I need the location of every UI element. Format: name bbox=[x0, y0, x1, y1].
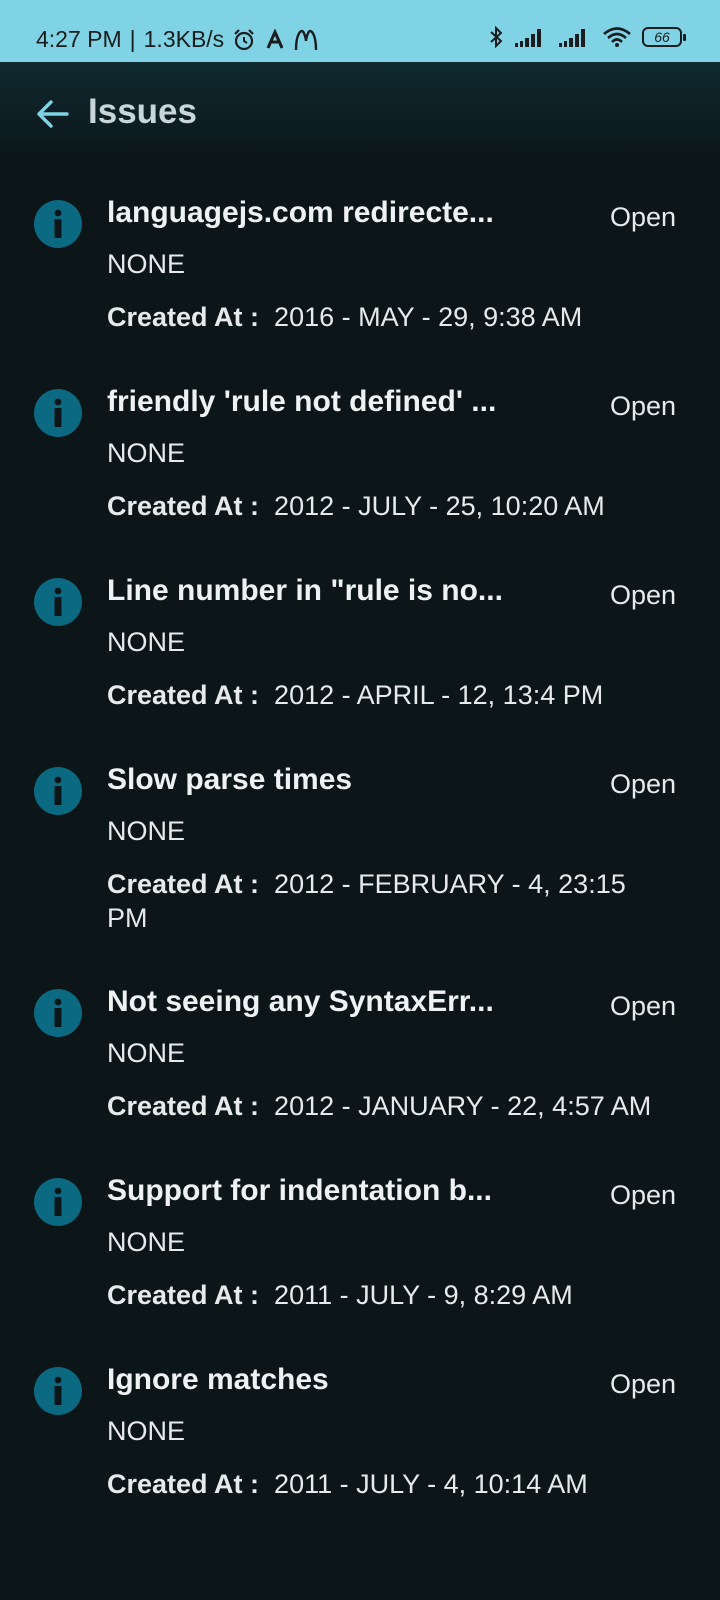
battery-level: 66 bbox=[654, 29, 670, 45]
issue-created: Created At : 2016 - MAY - 29, 9:38 AM bbox=[107, 300, 667, 334]
info-icon bbox=[34, 1367, 82, 1415]
status-speed: 1.3KB/s bbox=[143, 26, 225, 52]
issue-item[interactable]: friendly 'rule not defined' ... Open NON… bbox=[0, 367, 720, 556]
issues-list: languagejs.com redirecte... Open NONE Cr… bbox=[0, 178, 720, 1534]
status-bar: 4:27 PM | 1.3KB/s 66 bbox=[0, 0, 720, 62]
info-icon bbox=[34, 767, 82, 815]
info-icon bbox=[34, 989, 82, 1037]
issue-created: Created At : 2012 - APRIL - 12, 13:4 PM bbox=[107, 678, 667, 712]
issue-status: Open bbox=[609, 769, 676, 799]
issue-created: Created At : 2012 - JULY - 25, 10:20 AM bbox=[107, 489, 667, 523]
page-title: Issues bbox=[88, 92, 197, 131]
created-label: Created At : bbox=[107, 1280, 260, 1310]
issue-status: Open bbox=[609, 580, 676, 610]
issue-created: Created At : 2011 - JULY - 4, 10:14 AM bbox=[107, 1467, 667, 1501]
status-bar-left: 4:27 PM | 1.3KB/s bbox=[36, 26, 318, 53]
mcdonalds-icon bbox=[294, 29, 318, 50]
issue-subtitle: NONE bbox=[107, 1416, 186, 1446]
issue-subtitle: NONE bbox=[107, 627, 186, 657]
back-button[interactable] bbox=[32, 94, 72, 134]
created-label: Created At : bbox=[107, 1469, 260, 1499]
bluetooth-icon bbox=[490, 25, 503, 49]
issue-subtitle: NONE bbox=[107, 249, 186, 279]
status-bar-right: 66 bbox=[488, 25, 686, 49]
issue-created: Created At : 2012 - JANUARY - 22, 4:57 A… bbox=[107, 1089, 667, 1123]
issue-subtitle: NONE bbox=[107, 1038, 186, 1068]
created-label: Created At : bbox=[107, 491, 260, 521]
issue-title: Ignore matches bbox=[107, 1363, 329, 1396]
info-icon bbox=[34, 200, 82, 248]
created-date: 2012 - JANUARY - 22, 4:57 AM bbox=[274, 1091, 652, 1121]
created-label: Created At : bbox=[107, 302, 260, 332]
issue-subtitle: NONE bbox=[107, 816, 186, 846]
created-date: 2011 - JULY - 9, 8:29 AM bbox=[274, 1280, 573, 1310]
created-label: Created At : bbox=[107, 680, 260, 710]
created-date: 2012 - JULY - 25, 10:20 AM bbox=[274, 491, 605, 521]
issue-status: Open bbox=[609, 1369, 676, 1399]
issue-item[interactable]: Ignore matches Open NONE Created At : 20… bbox=[0, 1345, 720, 1534]
issue-item[interactable]: Slow parse times Open NONE Created At : … bbox=[0, 745, 720, 967]
created-label: Created At : bbox=[107, 869, 260, 899]
issue-item[interactable]: languagejs.com redirecte... Open NONE Cr… bbox=[0, 178, 720, 367]
issue-subtitle: NONE bbox=[107, 1227, 186, 1257]
issue-status: Open bbox=[609, 202, 676, 232]
issue-status: Open bbox=[609, 1180, 676, 1210]
issue-item[interactable]: Line number in "rule is no... Open NONE … bbox=[0, 556, 720, 745]
a-icon bbox=[266, 28, 284, 49]
signal-icon bbox=[515, 29, 541, 47]
info-icon bbox=[34, 389, 82, 437]
created-date: 2012 - APRIL - 12, 13:4 PM bbox=[274, 680, 604, 710]
created-label: Created At : bbox=[107, 1091, 260, 1121]
issue-item[interactable]: Support for indentation b... Open NONE C… bbox=[0, 1156, 720, 1345]
issue-title: Not seeing any SyntaxErr... bbox=[107, 985, 494, 1018]
status-separator: | bbox=[129, 26, 136, 52]
issue-status: Open bbox=[609, 391, 676, 421]
status-time: 4:27 PM bbox=[36, 26, 122, 52]
signal-icon bbox=[559, 29, 585, 47]
issue-subtitle: NONE bbox=[107, 438, 186, 468]
alarm-icon bbox=[234, 28, 254, 50]
issue-title: Line number in "rule is no... bbox=[107, 574, 503, 607]
issue-title: Slow parse times bbox=[107, 763, 353, 796]
issue-title: Support for indentation b... bbox=[107, 1174, 492, 1207]
battery-icon: 66 bbox=[642, 27, 686, 47]
info-icon bbox=[34, 1178, 82, 1226]
issue-title: languagejs.com redirecte... bbox=[107, 196, 494, 229]
info-icon bbox=[34, 578, 82, 626]
issue-created: Created At : 2011 - JULY - 9, 8:29 AM bbox=[107, 1278, 667, 1312]
arrow-left-icon bbox=[37, 100, 69, 128]
issue-item[interactable]: Not seeing any SyntaxErr... Open NONE Cr… bbox=[0, 967, 720, 1156]
issue-status: Open bbox=[609, 991, 676, 1021]
app-bar: Issues bbox=[0, 62, 720, 162]
issue-title: friendly 'rule not defined' ... bbox=[107, 385, 497, 418]
created-date: 2016 - MAY - 29, 9:38 AM bbox=[274, 302, 583, 332]
issue-created: Created At : 2012 - FEBRUARY - 4, 23:15 … bbox=[107, 867, 667, 935]
created-date: 2011 - JULY - 4, 10:14 AM bbox=[274, 1469, 588, 1499]
wifi-icon bbox=[603, 27, 631, 47]
